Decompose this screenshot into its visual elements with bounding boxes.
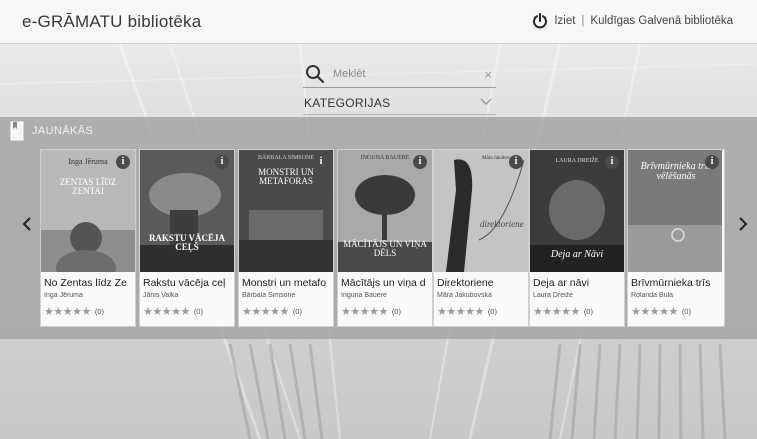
book-card[interactable]: LAURA DREIŽE Deja ar Nāvi i Deja ar nāvi… (529, 149, 625, 327)
book-author: Bārbala Simsone (242, 292, 296, 299)
book-author: Laura Dreiže (533, 292, 574, 299)
star-rating-icon: ★★★★★ (533, 306, 580, 318)
rating: ★★★★★ (0) (44, 305, 104, 318)
user-area: Iziet | Kuldīgas Galvenā bibliotēka (532, 13, 733, 29)
rating: ★★★★★ (0) (437, 305, 497, 318)
book-title[interactable]: Monstri un metafo (242, 277, 333, 289)
search-icon (306, 65, 325, 84)
chevron-left-icon[interactable] (20, 212, 34, 236)
info-icon[interactable]: i (215, 155, 229, 169)
categories-label: KATEGORIJAS (304, 96, 391, 110)
info-icon[interactable]: i (413, 155, 427, 169)
book-card[interactable]: Māra Jakubovska direktoriene i Direktori… (433, 149, 529, 327)
site-title[interactable]: e-GRĀMATU bibliotēka (22, 12, 201, 32)
rating-count: (0) (94, 307, 104, 316)
book-title[interactable]: Deja ar nāvi (533, 277, 624, 289)
book-title[interactable]: Direktoriene (437, 277, 528, 289)
book-cover[interactable]: Inga Jēruma ZENTAS LĪDZ ZENTAI i (41, 150, 135, 272)
book-card[interactable]: BĀRBALA SIMSONE MONSTRI UN METAFORAS i M… (238, 149, 334, 327)
categories-dropdown[interactable]: KATEGORIJAS (303, 93, 496, 115)
logout-link[interactable]: Iziet (554, 15, 575, 27)
cover-title: Deja ar Nāvi (550, 249, 604, 260)
book-title[interactable]: Brīvmūrnieka trīs (631, 277, 723, 289)
star-rating-icon: ★★★★★ (341, 306, 388, 318)
book-title[interactable]: Rakstu vācēja ceļ (143, 277, 234, 289)
rating: ★★★★★ (0) (242, 305, 302, 318)
book-author: Inga Jēruma (44, 292, 83, 299)
cover-title: MONSTRI UN METAFORAS (258, 167, 314, 186)
book-cover[interactable]: LAURA DREIŽE Deja ar Nāvi i (530, 150, 624, 272)
book-card[interactable]: INGUNA BAUERE MĀCĪTĀJS UN VIŅA DĒLS i Mā… (337, 149, 433, 327)
cover-title: MĀCĪTĀJS UN VIŅA DĒLS (343, 239, 427, 258)
book-author: Inguna Bauere (341, 292, 387, 299)
book-card[interactable]: Inga Jēruma ZENTAS LĪDZ ZENTAI i No Zent… (40, 149, 136, 327)
section-title: JAUNĀKĀS (32, 125, 94, 137)
info-icon[interactable]: i (116, 155, 130, 169)
book-card[interactable]: RAKSTU VĀCĒJA CEĻŠ i Rakstu vācēja ceļ J… (139, 149, 235, 327)
book-cover[interactable]: BĀRBALA SIMSONE MONSTRI UN METAFORAS i (239, 150, 333, 272)
book-title[interactable]: No Zentas līdz Ze (44, 277, 135, 289)
star-rating-icon: ★★★★★ (242, 306, 289, 318)
info-icon[interactable]: i (314, 155, 328, 169)
star-rating-icon: ★★★★★ (143, 306, 190, 318)
book-author: Rolanda Bula (631, 292, 674, 299)
cover-title: ZENTAS LĪDZ ZENTAI (59, 177, 117, 196)
section-header: JAUNĀKĀS (10, 121, 93, 141)
rating-count: (0) (292, 307, 302, 316)
info-icon[interactable]: i (705, 155, 719, 169)
book-title[interactable]: Mācītājs un viņa d (341, 277, 432, 289)
cover-title: RAKSTU VĀCĒJA CEĻŠ (148, 233, 226, 252)
bookmark-icon (10, 121, 24, 141)
star-rating-icon: ★★★★★ (44, 306, 91, 318)
book-card[interactable]: Brīvmūrnieka trīs vēlēšanās i Brīvmūrnie… (627, 149, 725, 327)
rating-count: (0) (487, 307, 497, 316)
chevron-down-icon (480, 98, 492, 105)
book-author: Māra Jakubovska (437, 292, 492, 299)
separator: | (581, 15, 585, 27)
chevron-right-icon[interactable] (736, 212, 750, 236)
rating: ★★★★★ (0) (341, 305, 401, 318)
close-icon[interactable]: × (484, 67, 492, 82)
search-box[interactable]: × (303, 62, 496, 88)
search-input[interactable] (333, 65, 473, 83)
rating-count: (0) (583, 307, 593, 316)
book-cover[interactable]: Māra Jakubovska direktoriene i (434, 150, 528, 272)
rating: ★★★★★ (0) (143, 305, 203, 318)
rating-count: (0) (391, 307, 401, 316)
rating-count: (0) (681, 307, 691, 316)
power-icon[interactable] (532, 13, 548, 29)
top-bar: e-GRĀMATU bibliotēka Iziet | Kuldīgas Ga… (0, 0, 757, 44)
rating-count: (0) (193, 307, 203, 316)
star-rating-icon: ★★★★★ (437, 306, 484, 318)
book-cover[interactable]: INGUNA BAUERE MĀCĪTĀJS UN VIŅA DĒLS i (338, 150, 432, 272)
library-name[interactable]: Kuldīgas Galvenā bibliotēka (590, 15, 733, 27)
book-cover[interactable]: Brīvmūrnieka trīs vēlēšanās i (628, 150, 724, 272)
info-icon[interactable]: i (605, 155, 619, 169)
star-rating-icon: ★★★★★ (631, 306, 678, 318)
info-icon[interactable]: i (509, 155, 523, 169)
rating: ★★★★★ (0) (631, 305, 691, 318)
book-cover[interactable]: RAKSTU VĀCĒJA CEĻŠ i (140, 150, 234, 272)
rating: ★★★★★ (0) (533, 305, 593, 318)
cover-title: direktoriene (480, 219, 524, 229)
book-author: Jānis Valka (143, 292, 179, 299)
